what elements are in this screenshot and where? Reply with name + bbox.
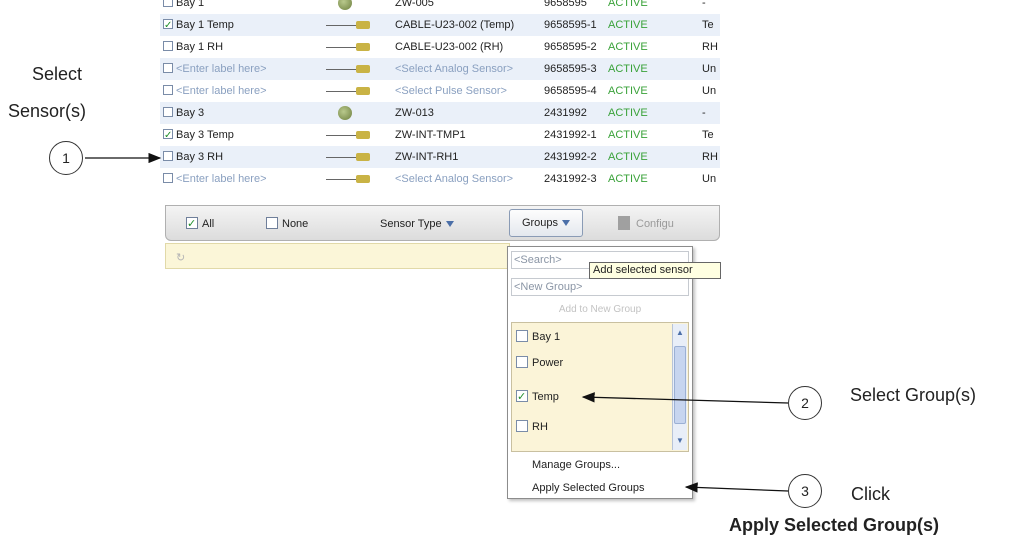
- step-3-badge: 3: [788, 474, 822, 508]
- select-groups-annotation: Select Group(s): [850, 385, 977, 405]
- select-sensors-annotation-line2: Sensor(s): [8, 101, 87, 121]
- annotation-arrows: [85, 152, 789, 493]
- arrow-step-2: [581, 392, 789, 404]
- select-sensors-annotation-line1: Select: [32, 64, 83, 84]
- step-1-badge: 1: [49, 141, 83, 175]
- step-2-badge: 2: [788, 386, 822, 420]
- apply-selected-groups-annotation: Apply Selected Group(s): [729, 515, 940, 535]
- click-annotation: Click: [851, 484, 890, 504]
- arrow-step-3: [684, 482, 789, 493]
